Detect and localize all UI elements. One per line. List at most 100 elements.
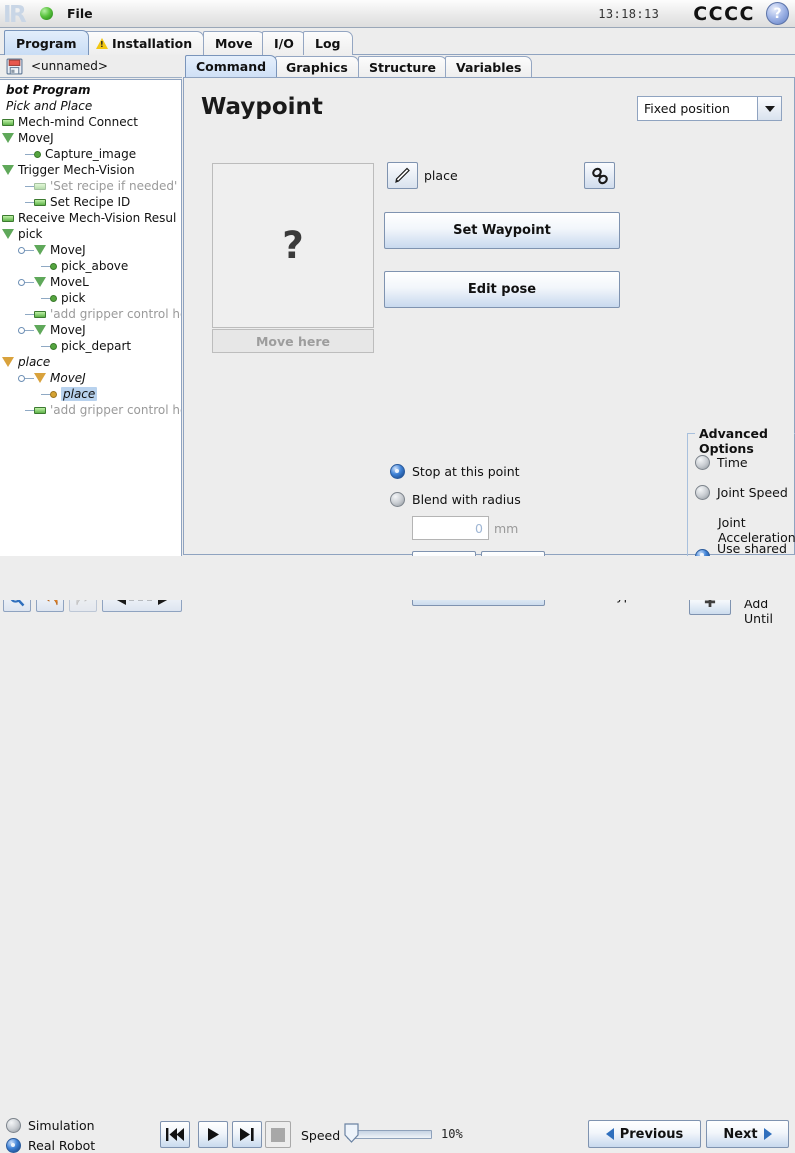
tree-item[interactable]: Receive Mech-Vision Resul [0, 210, 181, 226]
rewind-button[interactable] [160, 1121, 190, 1148]
tree-item[interactable]: Pick and Place [0, 98, 181, 114]
waypoint-dot-green-icon [50, 294, 57, 302]
advanced-time-label: Time [717, 455, 748, 470]
tree-item[interactable]: pick_depart [0, 338, 181, 354]
clock-label: 13:18:13 [598, 6, 660, 21]
save-floppy-icon[interactable] [6, 58, 23, 75]
tree-item[interactable]: Mech-mind Connect [0, 114, 181, 130]
tree-connector [25, 313, 34, 315]
tree-item-label: Pick and Place [6, 99, 93, 113]
tab-variables[interactable]: Variables [445, 56, 533, 77]
next-button[interactable]: Next [706, 1120, 789, 1148]
file-menu-button[interactable]: File [61, 4, 99, 23]
tree-item-label: MoveJ [50, 371, 86, 385]
step-forward-button[interactable] [232, 1121, 262, 1148]
tab-io[interactable]: I/O [262, 31, 306, 55]
tab-move[interactable]: Move [203, 31, 265, 55]
tab-log[interactable]: Log [303, 31, 353, 55]
radio-stop-at-point[interactable]: Stop at this point [390, 464, 520, 479]
advanced-row-time[interactable]: Time [695, 455, 748, 470]
radio-real-robot[interactable]: Real Robot [6, 1138, 95, 1153]
title-bar: I R File 13:18:13 CCCC ? [0, 0, 795, 28]
simulation-label: Simulation [28, 1118, 95, 1133]
tree-item-label: bot Program [6, 83, 91, 97]
speed-slider-track[interactable] [347, 1130, 432, 1139]
green-bar-icon [34, 310, 46, 318]
tree-item[interactable]: Trigger Mech-Vision [0, 162, 181, 178]
help-button[interactable]: ? [766, 2, 789, 25]
arrow-right-icon [763, 1128, 772, 1140]
previous-button[interactable]: Previous [588, 1120, 701, 1148]
add-until-label: Add Until [744, 596, 773, 626]
speed-slider-handle[interactable] [344, 1123, 359, 1143]
tree-item-label: MoveJ [50, 323, 86, 337]
set-waypoint-button[interactable]: Set Waypoint [384, 212, 620, 249]
waypoint-name-label: place [424, 168, 458, 183]
command-body: Waypoint Fixed position ? Move here plac… [183, 77, 795, 626]
tab-graphics[interactable]: Graphics [275, 56, 359, 77]
tree-item[interactable]: MoveJ [0, 322, 181, 338]
play-button[interactable] [198, 1121, 228, 1148]
pencil-icon [395, 167, 410, 183]
tree-item[interactable]: 'add gripper control he [0, 306, 181, 322]
chevron-down-icon[interactable] [757, 97, 781, 120]
waypoint-dot-green-icon [34, 150, 41, 158]
program-file-header: <unnamed> [0, 55, 182, 78]
triangle-orange-icon [34, 373, 46, 383]
tree-item[interactable]: pick [0, 290, 181, 306]
stop-button[interactable] [265, 1121, 291, 1148]
radio-time-indicator [695, 455, 710, 470]
brand-label: CCCC [693, 2, 755, 25]
tree-item[interactable]: 'add gripper control he [0, 402, 181, 418]
edit-pose-button[interactable]: Edit pose [384, 271, 620, 308]
green-bar-icon [2, 118, 14, 126]
link-waypoint-button[interactable] [584, 162, 615, 189]
waypoint-dot-green-icon [50, 342, 57, 350]
arrow-left-icon [605, 1128, 614, 1140]
tree-item[interactable]: place [0, 386, 181, 402]
program-tree-rows: bot Program Pick and Place Mech-mind Conne… [0, 80, 181, 418]
tree-item-label: Trigger Mech-Vision [18, 163, 135, 177]
radio-blend-with-radius[interactable]: Blend with radius [390, 492, 521, 507]
tab-installation[interactable]: Installation [84, 31, 205, 55]
program-tree[interactable]: bot Program Pick and Place Mech-mind Conne… [0, 79, 182, 560]
tree-item[interactable]: MoveJ [0, 130, 181, 146]
radio-real-robot-indicator [6, 1138, 21, 1153]
tree-item[interactable]: Capture_image [0, 146, 181, 162]
move-here-button[interactable]: Move here [212, 329, 374, 353]
tree-expander-knob[interactable] [18, 246, 25, 254]
tab-program[interactable]: Program [4, 30, 89, 55]
radio-simulation[interactable]: Simulation [6, 1118, 95, 1133]
tree-item-label: pick [61, 291, 86, 305]
tree-expander-knob[interactable] [18, 374, 25, 382]
rename-waypoint-button[interactable] [387, 162, 418, 189]
tree-item[interactable]: place [0, 354, 181, 370]
tree-item[interactable]: MoveJ [0, 242, 181, 258]
tab-move-label: Move [215, 36, 253, 51]
tree-expander-knob[interactable] [18, 326, 25, 334]
tree-item[interactable]: pick [0, 226, 181, 242]
main-tab-bar: Program Installation Move I/O Log [0, 28, 795, 55]
tab-command[interactable]: Command [185, 55, 278, 77]
advanced-row-joint-speed[interactable]: Joint Speed [695, 485, 788, 500]
triangle-green-icon [34, 245, 46, 255]
tree-item[interactable]: 'Set recipe if needed' [0, 178, 181, 194]
tree-connector [25, 249, 34, 251]
radio-stop-indicator [390, 464, 405, 479]
tab-graphics-label: Graphics [286, 59, 348, 75]
tree-item[interactable]: bot Program [0, 82, 181, 98]
tab-structure[interactable]: Structure [358, 56, 447, 77]
blend-radius-input[interactable]: 0 [412, 516, 489, 540]
radio-simulation-indicator [6, 1118, 21, 1133]
tab-program-label: Program [16, 35, 77, 51]
position-mode-dropdown[interactable]: Fixed position [637, 96, 782, 121]
tree-item[interactable]: MoveL [0, 274, 181, 290]
tree-item[interactable]: MoveJ [0, 370, 181, 386]
speed-percent-label: 10% [441, 1127, 463, 1141]
rewind-icon [166, 1128, 184, 1141]
tree-item[interactable]: pick_above [0, 258, 181, 274]
status-green-ball-icon [40, 7, 53, 20]
tree-item[interactable]: Set Recipe ID [0, 194, 181, 210]
tab-installation-label: Installation [112, 36, 193, 51]
tree-expander-knob[interactable] [18, 278, 25, 286]
